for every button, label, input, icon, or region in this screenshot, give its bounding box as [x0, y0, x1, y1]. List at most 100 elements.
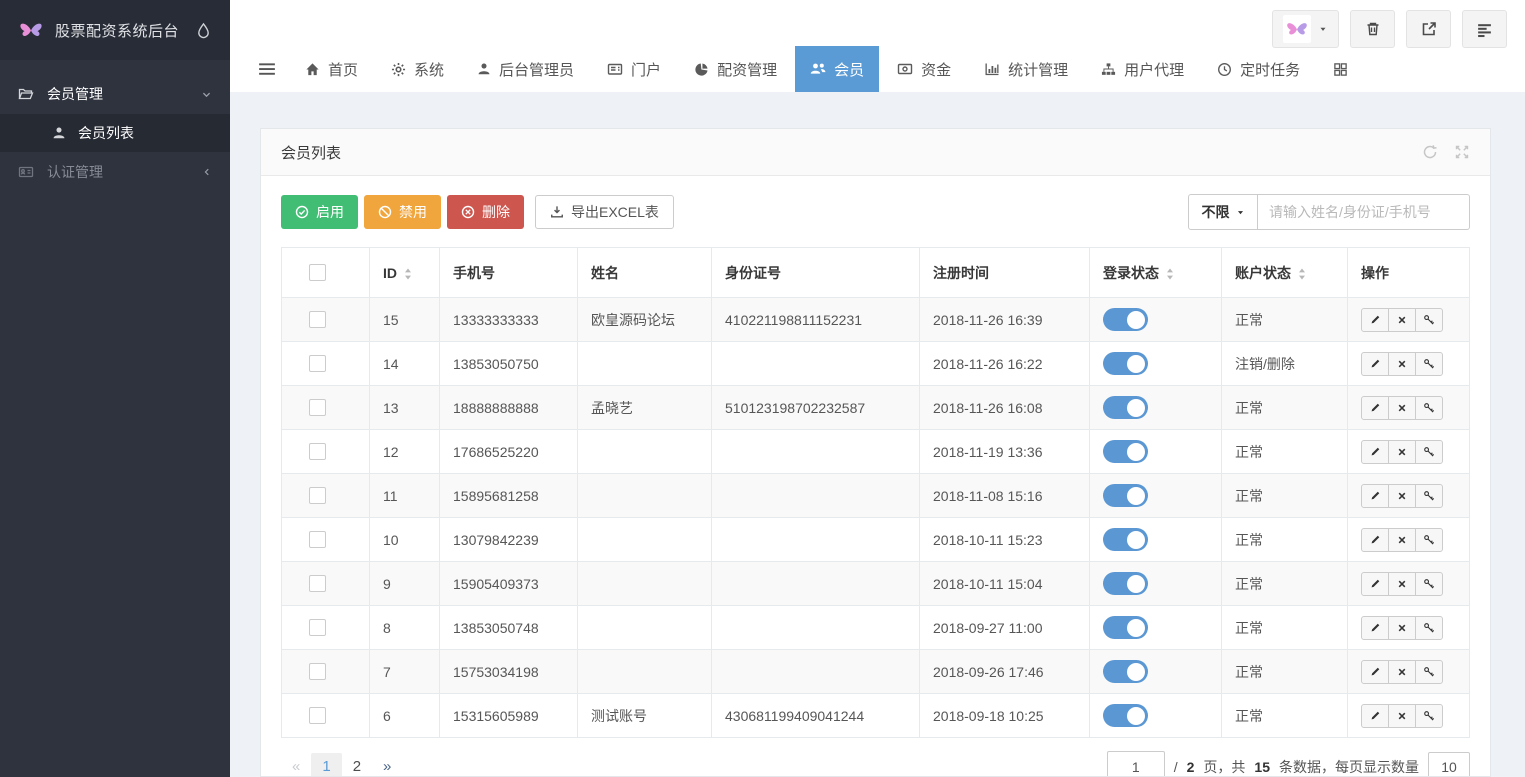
row-actions [1361, 616, 1443, 640]
sort-icon[interactable] [1298, 268, 1306, 280]
delete-row-button[interactable] [1388, 704, 1416, 728]
row-checkbox[interactable] [309, 707, 326, 724]
nav-item-statistics[interactable]: 统计管理 [969, 46, 1083, 92]
login-status-toggle[interactable] [1103, 616, 1148, 639]
sort-icon[interactable] [404, 268, 412, 280]
row-checkbox[interactable] [309, 355, 326, 372]
avatar-dropdown-button[interactable] [1272, 10, 1339, 48]
row-checkbox[interactable] [309, 619, 326, 636]
login-status-toggle[interactable] [1103, 308, 1148, 331]
login-status-toggle[interactable] [1103, 660, 1148, 683]
row-checkbox[interactable] [309, 311, 326, 328]
pager-page-1[interactable]: 1 [311, 753, 341, 777]
nav-item-scheduled-tasks[interactable]: 定时任务 [1202, 46, 1315, 92]
refresh-icon[interactable] [1422, 144, 1438, 160]
login-status-toggle[interactable] [1103, 572, 1148, 595]
align-list-button[interactable] [1462, 10, 1507, 48]
pager-prev[interactable]: « [281, 753, 311, 777]
sidebar-item-member-management[interactable]: 会员管理 [0, 74, 230, 114]
nav-item-admins[interactable]: 后台管理员 [462, 46, 589, 92]
login-status-toggle[interactable] [1103, 352, 1148, 375]
current-page-input[interactable] [1107, 751, 1165, 777]
hamburger-icon[interactable] [244, 46, 290, 92]
edit-button[interactable] [1361, 352, 1389, 376]
login-status-toggle[interactable] [1103, 528, 1148, 551]
reset-password-button[interactable] [1415, 572, 1443, 596]
cell-idcard [712, 474, 920, 518]
reset-password-button[interactable] [1415, 484, 1443, 508]
delete-row-button[interactable] [1388, 572, 1416, 596]
row-checkbox[interactable] [309, 487, 326, 504]
reset-password-button[interactable] [1415, 616, 1443, 640]
delete-button[interactable]: 删除 [447, 195, 524, 229]
export-excel-button[interactable]: 导出EXCEL表 [535, 195, 674, 229]
newspaper-icon [607, 61, 623, 77]
nav-item-system[interactable]: 系统 [376, 46, 459, 92]
page-size-input[interactable] [1428, 752, 1470, 777]
enable-button[interactable]: 启用 [281, 195, 358, 229]
disable-button[interactable]: 禁用 [364, 195, 441, 229]
row-checkbox[interactable] [309, 575, 326, 592]
select-all-checkbox[interactable] [309, 264, 326, 281]
sidebar-item-member-list[interactable]: 会员列表 [0, 114, 230, 152]
reset-password-button[interactable] [1415, 660, 1443, 684]
nav-item-grid[interactable] [1318, 46, 1363, 92]
table-row: 11 15895681258 2018-11-08 15:16 正常 [282, 474, 1470, 518]
droplet-icon[interactable] [195, 22, 212, 39]
delete-row-button[interactable] [1388, 484, 1416, 508]
page-info: / 2 页，共 15 条数据，每页显示数量 [1107, 751, 1470, 777]
reset-password-button[interactable] [1415, 352, 1443, 376]
edit-button[interactable] [1361, 616, 1389, 640]
edit-button[interactable] [1361, 660, 1389, 684]
user-icon [52, 126, 66, 140]
nav-item-funds[interactable]: 资金 [882, 46, 966, 92]
reset-password-button[interactable] [1415, 704, 1443, 728]
delete-row-button[interactable] [1388, 440, 1416, 464]
reset-password-button[interactable] [1415, 528, 1443, 552]
edit-button[interactable] [1361, 528, 1389, 552]
reset-password-button[interactable] [1415, 440, 1443, 464]
login-status-toggle[interactable] [1103, 704, 1148, 727]
edit-button[interactable] [1361, 308, 1389, 332]
edit-button[interactable] [1361, 484, 1389, 508]
delete-row-button[interactable] [1388, 528, 1416, 552]
trash-button[interactable] [1350, 10, 1395, 48]
external-link-button[interactable] [1406, 10, 1451, 48]
sidebar-item-auth-management[interactable]: 认证管理 [0, 152, 230, 192]
edit-button[interactable] [1361, 704, 1389, 728]
cell-name [578, 650, 712, 694]
row-checkbox[interactable] [309, 399, 326, 416]
reset-password-button[interactable] [1415, 308, 1443, 332]
delete-row-button[interactable] [1388, 660, 1416, 684]
delete-row-button[interactable] [1388, 352, 1416, 376]
cell-name [578, 430, 712, 474]
delete-row-button[interactable] [1388, 616, 1416, 640]
search-input[interactable] [1258, 194, 1470, 230]
cell-phone: 15753034198 [440, 650, 578, 694]
reset-password-button[interactable] [1415, 396, 1443, 420]
edit-button[interactable] [1361, 396, 1389, 420]
sitemap-icon [1101, 62, 1116, 77]
nav-item-portal[interactable]: 门户 [592, 46, 676, 92]
pager-next[interactable]: » [372, 753, 402, 777]
delete-row-button[interactable] [1388, 308, 1416, 332]
login-status-toggle[interactable] [1103, 440, 1148, 463]
sort-icon[interactable] [1166, 268, 1174, 280]
nav-item-home[interactable]: 首页 [290, 46, 373, 92]
delete-row-button[interactable] [1388, 396, 1416, 420]
nav-item-financing[interactable]: 配资管理 [679, 46, 792, 92]
gear-icon [391, 62, 406, 77]
row-checkbox[interactable] [309, 663, 326, 680]
pager-page-2[interactable]: 2 [342, 753, 372, 777]
edit-button[interactable] [1361, 572, 1389, 596]
column-header-id: ID [370, 248, 440, 298]
expand-icon[interactable] [1454, 144, 1470, 160]
login-status-toggle[interactable] [1103, 396, 1148, 419]
login-status-toggle[interactable] [1103, 484, 1148, 507]
nav-item-members[interactable]: 会员 [795, 46, 879, 92]
row-checkbox[interactable] [309, 531, 326, 548]
nav-item-user-agents[interactable]: 用户代理 [1086, 46, 1199, 92]
edit-button[interactable] [1361, 440, 1389, 464]
row-checkbox[interactable] [309, 443, 326, 460]
filter-dropdown[interactable]: 不限 [1188, 194, 1258, 230]
